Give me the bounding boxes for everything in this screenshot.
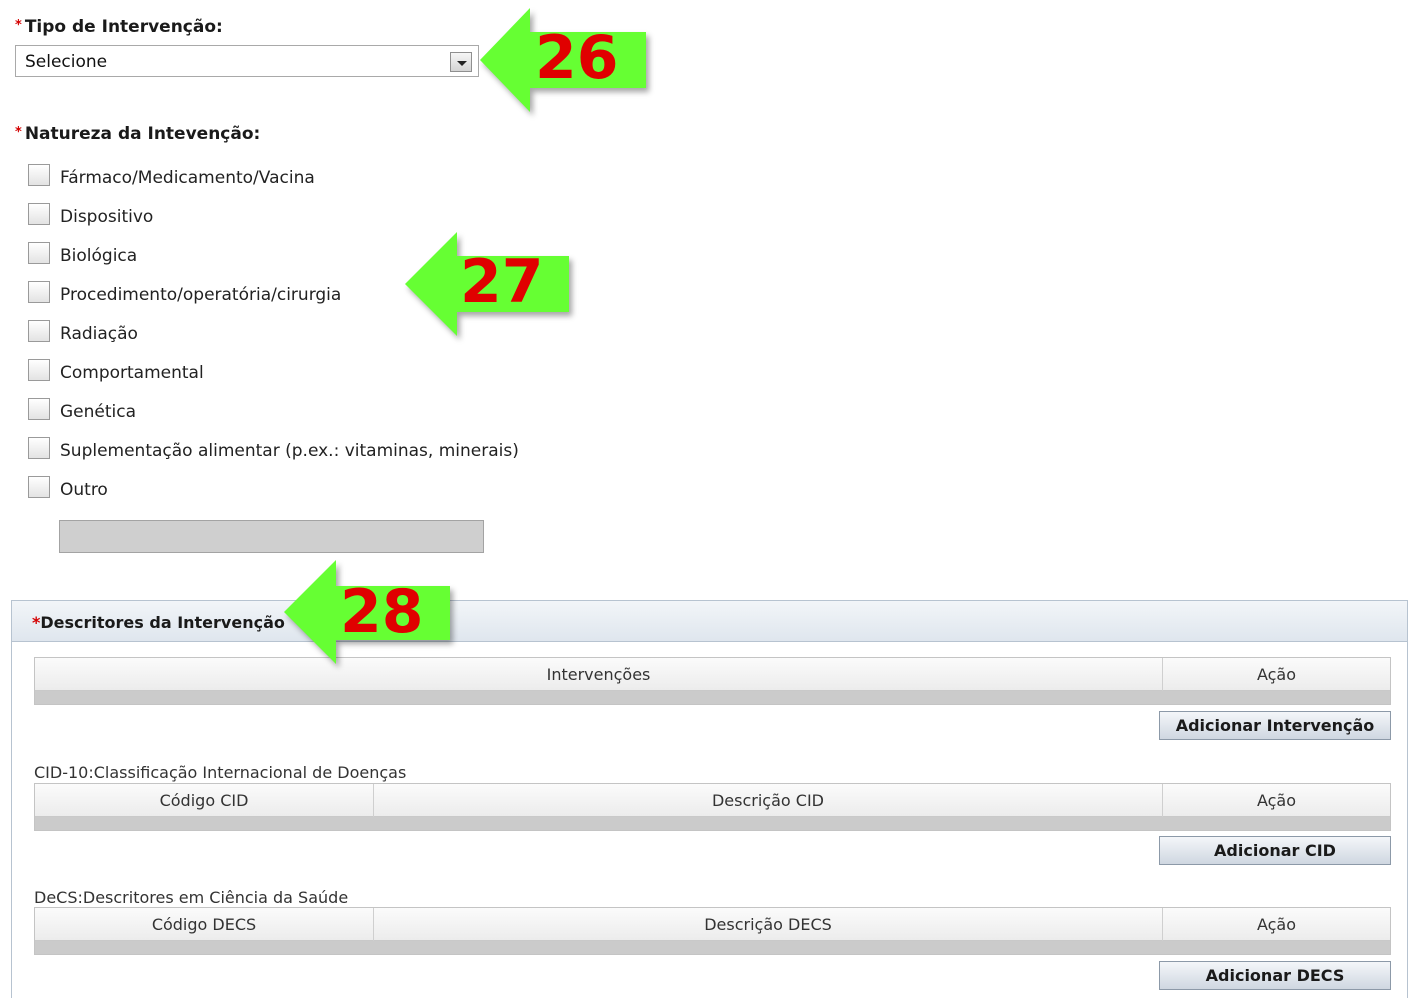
intervencoes-table-header: Intervenções Ação	[35, 658, 1390, 691]
natureza-intervencao-label: * Natureza da Intevenção:	[15, 124, 260, 144]
adicionar-intervencao-button[interactable]: Adicionar Intervenção	[1159, 711, 1391, 740]
callout-number-27: 27	[460, 247, 544, 317]
descritores-title-text: Descritores da Intervenção	[40, 613, 285, 632]
checkbox-label-procedimento: Procedimento/operatória/cirurgia	[60, 285, 342, 305]
tipo-intervencao-selected-value: Selecione	[25, 52, 108, 72]
adicionar-decs-button[interactable]: Adicionar DECS	[1159, 961, 1391, 990]
cid-section-label: CID-10:Classificação Internacional de Do…	[34, 763, 407, 782]
descritores-panel: *Descritores da Intervenção Intervenções…	[11, 600, 1408, 998]
table-footer	[35, 817, 1390, 830]
natureza-intervencao-label-text: Natureza da Intevenção:	[24, 124, 261, 144]
checkbox-procedimento[interactable]	[28, 281, 50, 303]
checkbox-label-biologica: Biológica	[60, 246, 138, 266]
column-header-intervencoes: Intervenções	[35, 658, 1163, 691]
tipo-intervencao-select[interactable]: Selecione	[15, 45, 479, 77]
tipo-intervencao-label-text: Tipo de Intervenção:	[24, 17, 223, 37]
descritores-panel-title: *Descritores da Intervenção	[32, 613, 285, 632]
adicionar-cid-button[interactable]: Adicionar CID	[1159, 836, 1391, 865]
checkbox-suplementacao[interactable]	[28, 437, 50, 459]
checkbox-label-genetica: Genética	[60, 402, 137, 422]
column-header-descricao-decs: Descrição DECS	[374, 908, 1163, 941]
checkbox-label-suplementacao: Suplementação alimentar (p.ex.: vitamina…	[60, 441, 519, 461]
cid-table: Código CID Descrição CID Ação	[34, 783, 1391, 831]
required-mark: *	[15, 125, 22, 140]
checkbox-label-farmaco: Fármaco/Medicamento/Vacina	[60, 168, 315, 188]
cid-table-header: Código CID Descrição CID Ação	[35, 784, 1390, 817]
table-footer	[35, 941, 1390, 954]
column-header-acao: Ação	[1256, 665, 1297, 684]
checkbox-radiacao[interactable]	[28, 320, 50, 342]
callout-number-28: 28	[340, 577, 424, 647]
tipo-intervencao-label: * Tipo de Intervenção:	[15, 17, 223, 37]
column-header-descricao-cid: Descrição CID	[374, 784, 1163, 817]
checkbox-biologica[interactable]	[28, 242, 50, 264]
checkbox-dispositivo[interactable]	[28, 203, 50, 225]
table-footer	[35, 691, 1390, 704]
column-header-acao: Ação	[1256, 915, 1297, 934]
outro-text-input[interactable]	[59, 520, 484, 553]
column-header-codigo-decs: Código DECS	[35, 908, 374, 941]
checkbox-label-radiacao: Radiação	[60, 324, 138, 344]
callout-number-26: 26	[535, 23, 619, 93]
descritores-panel-header: *Descritores da Intervenção	[12, 601, 1407, 642]
decs-table: Código DECS Descrição DECS Ação	[34, 907, 1391, 955]
checkbox-label-dispositivo: Dispositivo	[60, 207, 154, 227]
required-mark: *	[15, 18, 22, 33]
checkbox-label-outro: Outro	[60, 480, 108, 500]
checkbox-outro[interactable]	[28, 476, 50, 498]
dropdown-arrow-icon[interactable]	[450, 52, 472, 72]
checkbox-label-comportamental: Comportamental	[60, 363, 204, 383]
column-header-codigo-cid: Código CID	[35, 784, 374, 817]
checkbox-farmaco[interactable]	[28, 164, 50, 186]
decs-section-label: DeCS:Descritores em Ciência da Saúde	[34, 888, 349, 907]
column-header-acao: Ação	[1256, 791, 1297, 810]
intervencoes-table: Intervenções Ação	[34, 657, 1391, 705]
checkbox-genetica[interactable]	[28, 398, 50, 420]
decs-table-header: Código DECS Descrição DECS Ação	[35, 908, 1390, 941]
checkbox-comportamental[interactable]	[28, 359, 50, 381]
